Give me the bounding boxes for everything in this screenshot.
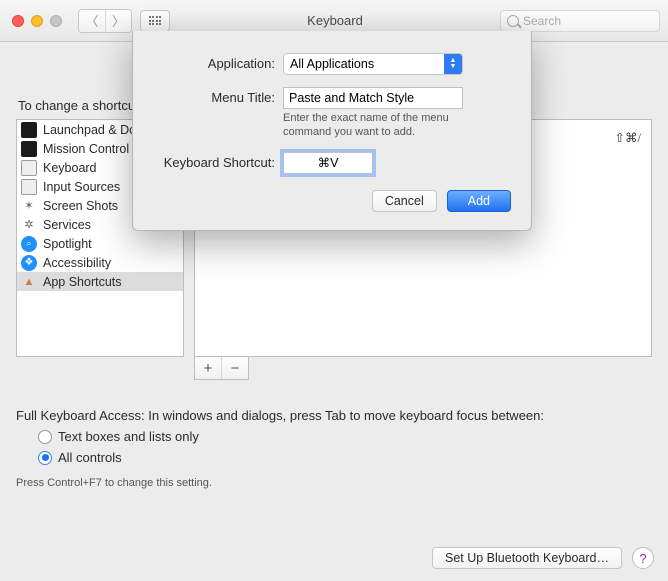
application-label: Application: [153,53,283,71]
menu-title-hint: Enter the exact name of the menu command… [283,112,483,140]
search-icon [507,15,519,27]
keyboard-shortcut-label: Keyboard Shortcut: [153,152,283,170]
fka-radio-all-controls[interactable]: All controls [38,450,652,465]
back-button[interactable]: 〈 [79,10,105,32]
sidebar-item-label: Screen Shots [43,199,118,213]
menu-title-label: Menu Title: [153,87,283,105]
screenshots-icon: ✶ [21,198,37,214]
add-shortcut-sheet: Application: All Applications ▲▼ Menu Ti… [132,31,532,231]
full-keyboard-access-section: Full Keyboard Access: In windows and dia… [16,408,652,489]
keyboard-shortcut-input[interactable] [283,152,373,174]
sidebar-item-label: App Shortcuts [43,275,122,289]
radio-icon [38,430,52,444]
services-icon: ✲ [21,217,37,233]
add-remove-segmented: + − [194,357,249,380]
fka-heading: Full Keyboard Access: In windows and dia… [16,408,652,423]
window-title: Keyboard [178,13,492,28]
grid-icon [149,16,162,25]
forward-button[interactable]: 〉 [105,10,131,32]
chevron-updown-icon: ▲▼ [444,54,462,74]
fka-radio-textboxes[interactable]: Text boxes and lists only [38,429,652,444]
traffic-lights [12,15,62,27]
input-sources-icon [21,179,37,195]
help-button[interactable]: ? [632,547,654,569]
cancel-button[interactable]: Cancel [372,190,437,212]
sidebar-item-label: Services [43,218,91,232]
sidebar-item-app-shortcuts[interactable]: ▲ App Shortcuts [17,272,183,291]
sidebar-item-label: Mission Control [43,142,129,156]
radio-label: All controls [58,450,122,465]
search-field[interactable]: Search [500,10,660,32]
mission-control-icon [21,141,37,157]
nav-back-forward: 〈 〉 [78,9,132,33]
minimize-window-icon[interactable] [31,15,43,27]
sidebar-item-label: Accessibility [43,256,111,270]
search-placeholder: Search [523,14,561,28]
add-shortcut-button[interactable]: + [195,357,221,379]
launchpad-icon [21,122,37,138]
application-popup-value: All Applications [284,54,444,74]
radio-icon [38,451,52,465]
fka-hint: Press Control+F7 to change this setting. [16,477,652,489]
zoom-window-icon [50,15,62,27]
footer: Set Up Bluetooth Keyboard… ? [432,547,654,569]
remove-shortcut-button[interactable]: − [221,357,248,379]
sidebar-item-label: Input Sources [43,180,120,194]
bluetooth-keyboard-button[interactable]: Set Up Bluetooth Keyboard… [432,547,622,569]
existing-shortcut-display: ⇧⌘/ [615,131,641,145]
accessibility-icon: ❖ [21,255,37,271]
sidebar-item-label: Keyboard [43,161,97,175]
keyboard-icon [21,160,37,176]
spotlight-icon: ⌕ [21,236,37,252]
sidebar-item-label: Spotlight [43,237,92,251]
menu-title-input[interactable] [283,87,463,109]
application-popup[interactable]: All Applications ▲▼ [283,53,463,75]
sidebar-item-accessibility[interactable]: ❖ Accessibility [17,253,183,272]
close-window-icon[interactable] [12,15,24,27]
sidebar-item-spotlight[interactable]: ⌕ Spotlight [17,234,183,253]
show-all-prefs-button[interactable] [140,10,170,32]
add-button[interactable]: Add [447,190,511,212]
radio-label: Text boxes and lists only [58,429,199,444]
app-shortcuts-icon: ▲ [21,274,37,290]
